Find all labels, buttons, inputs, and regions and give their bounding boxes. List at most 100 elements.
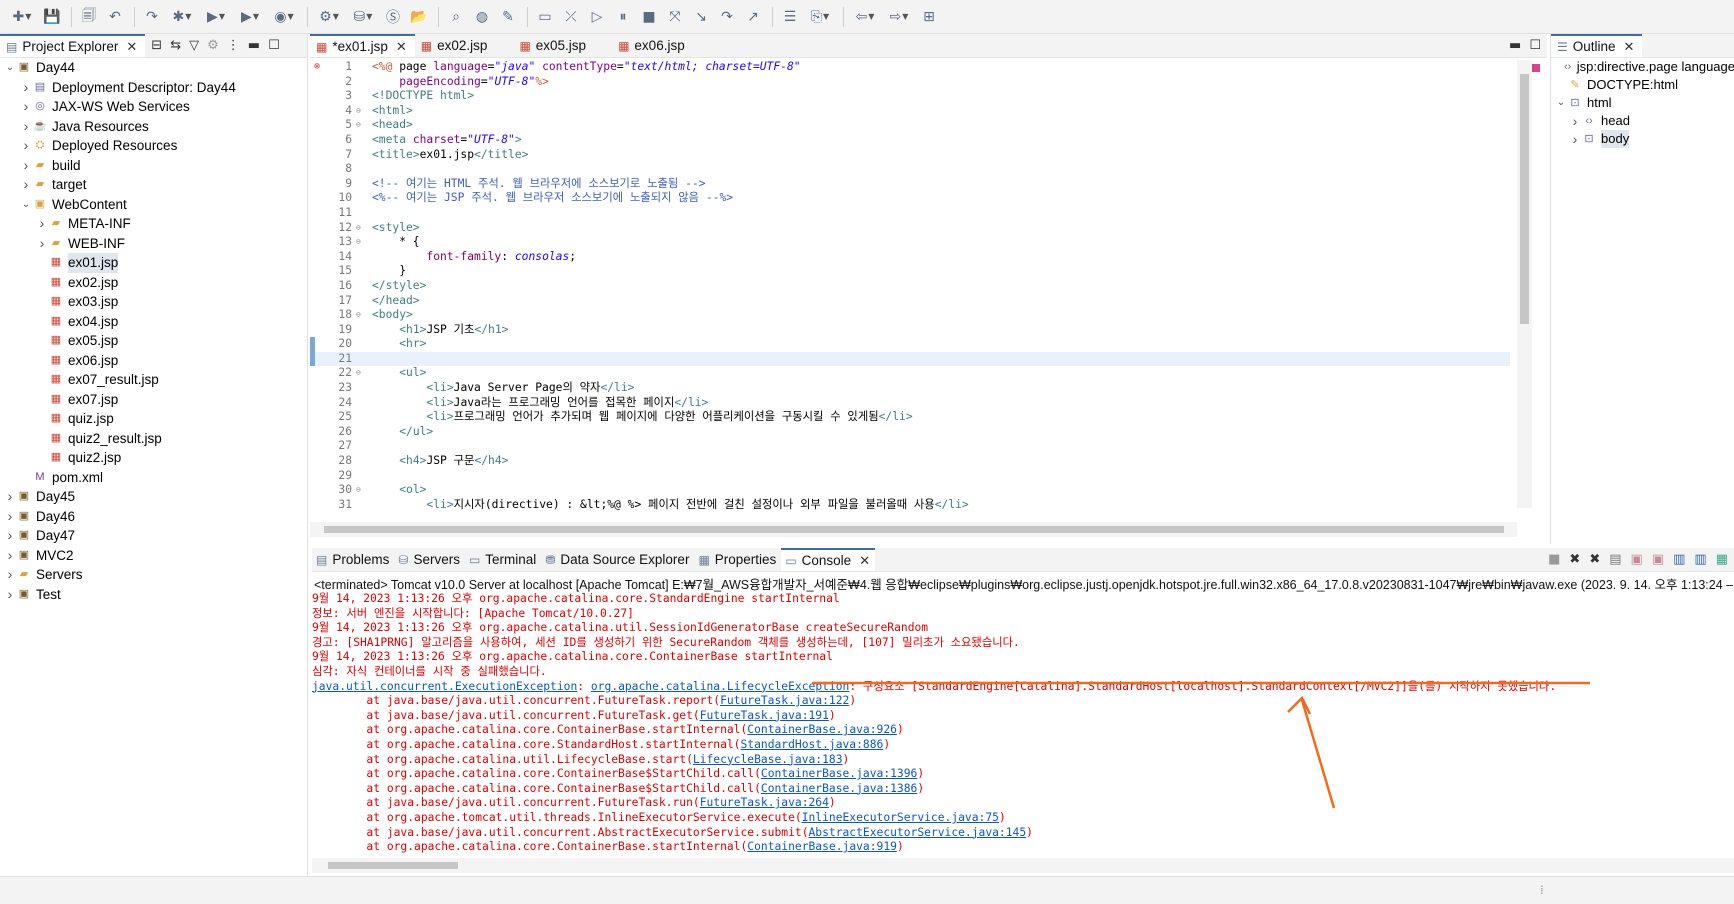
code-line[interactable]: 6 <meta charset="UTF-8"> bbox=[310, 133, 1510, 148]
chevron-down-icon[interactable]: ⌄ bbox=[20, 195, 32, 215]
code-line[interactable]: 5 ⊖ <head> bbox=[310, 118, 1510, 133]
chevron-right-icon[interactable]: › bbox=[20, 117, 32, 137]
code-line[interactable]: 19 <h1>JSP 기초</h1> bbox=[310, 323, 1510, 338]
suspend-button[interactable]: ⏸ bbox=[611, 5, 635, 29]
step-into-button[interactable]: ↘ bbox=[689, 5, 713, 29]
pin-console-icon[interactable]: ▥ bbox=[1673, 552, 1685, 567]
code-line[interactable]: 16 </style> bbox=[310, 279, 1510, 294]
remove-all-icon[interactable]: ✖ bbox=[1589, 552, 1600, 567]
console-link[interactable]: InlineExecutorService.java:75 bbox=[802, 811, 999, 824]
chevron-right-icon[interactable]: › bbox=[20, 156, 32, 176]
tab-outline[interactable]: ☰ Outline ✕ bbox=[1551, 34, 1643, 57]
step-return-button[interactable]: ↗ bbox=[741, 5, 765, 29]
tree-item-quiz2-result-jsp[interactable]: ▦ quiz2_result.jsp bbox=[0, 429, 300, 449]
pin-editor-button[interactable]: ⎘ ▼ bbox=[804, 5, 836, 29]
code-line[interactable]: 20 <hr> bbox=[310, 337, 1510, 352]
tree-item-day46[interactable]: › ▣ Day46 bbox=[0, 507, 300, 527]
code-line[interactable]: 24 <li>Java라는 프로그래밍 언어를 접목한 페이지</li> bbox=[310, 396, 1510, 411]
close-icon[interactable]: ✕ bbox=[396, 39, 407, 55]
tree-item-body[interactable]: › ⊡ body bbox=[1551, 130, 1734, 148]
chevron-right-icon[interactable]: › bbox=[4, 585, 16, 605]
tree-item-quiz-jsp[interactable]: ▦ quiz.jsp bbox=[0, 409, 300, 429]
terminate-icon[interactable]: ■ bbox=[1548, 552, 1560, 567]
console-hscroll-thumb[interactable] bbox=[328, 862, 458, 869]
chevron-right-icon[interactable]: › bbox=[4, 565, 16, 585]
chevron-right-icon[interactable]: › bbox=[20, 97, 32, 117]
code-line[interactable]: 15 } bbox=[310, 264, 1510, 279]
tab-servers[interactable]: ⛁ Servers bbox=[394, 548, 465, 571]
tree-item-doctype-html[interactable]: ✎ DOCTYPE:html bbox=[1551, 76, 1734, 94]
disconnect-button[interactable]: ⤧ bbox=[663, 5, 687, 29]
tree-item-build[interactable]: › ▰ build bbox=[0, 156, 300, 176]
console-link[interactable]: ContainerBase.java:926 bbox=[747, 723, 897, 736]
console-link[interactable]: AbstractExecutorService.java:145 bbox=[809, 826, 1027, 839]
tree-item-meta-inf[interactable]: › ▰ META-INF bbox=[0, 214, 300, 234]
tab-properties[interactable]: ▦ Properties bbox=[694, 548, 781, 571]
console-output[interactable]: 9월 14, 2023 1:13:26 오후 org.apache.catali… bbox=[312, 592, 1734, 855]
tree-item-pom-xml[interactable]: Mpom.xml bbox=[0, 468, 300, 488]
minimize-icon[interactable]: ▬ bbox=[248, 38, 260, 53]
code-line[interactable]: 21 bbox=[310, 351, 1510, 367]
console-link[interactable]: ContainerBase.java:919 bbox=[747, 840, 897, 853]
fold-icon[interactable]: ⊖ bbox=[356, 483, 364, 498]
tree-item-day45[interactable]: › ▣ Day45 bbox=[0, 487, 300, 507]
redo-button[interactable]: ↷ bbox=[140, 5, 164, 29]
chevron-right-icon[interactable]: › bbox=[20, 175, 32, 195]
perspective-button[interactable]: ⊞ bbox=[917, 5, 941, 29]
chevron-right-icon[interactable]: › bbox=[4, 507, 16, 527]
show-stderr-icon[interactable]: ▣ bbox=[1652, 552, 1664, 567]
save-button[interactable]: 💾 bbox=[40, 5, 64, 29]
show-stdout-icon[interactable]: ▣ bbox=[1631, 552, 1643, 567]
coverage-button[interactable]: ◉ ▼ bbox=[268, 5, 300, 29]
chevron-right-icon[interactable]: › bbox=[36, 234, 48, 254]
tree-item-deployment-descriptor-day44[interactable]: › ▤ Deployment Descriptor: Day44 bbox=[0, 78, 300, 98]
tree-item-day44[interactable]: ⌄ ▣ Day44 bbox=[0, 58, 300, 78]
chevron-right-icon[interactable]: › bbox=[1569, 112, 1581, 130]
pin-button[interactable]: ✎ bbox=[496, 5, 520, 29]
code-line[interactable]: 29 bbox=[310, 469, 1510, 484]
tab-project-explorer[interactable]: ▤ Project Explorer ✕ bbox=[0, 34, 146, 57]
open-type-button[interactable]: Ⓢ bbox=[381, 5, 405, 29]
chevron-right-icon[interactable]: › bbox=[1569, 130, 1581, 148]
tree-item-ex02-jsp[interactable]: ▦ ex02.jsp bbox=[0, 273, 300, 293]
step-over-button[interactable]: ↷ bbox=[715, 5, 739, 29]
new-button[interactable]: ✚ ▼ bbox=[6, 5, 38, 29]
tab-ex02-jsp[interactable]: ▦ ex02.jsp bbox=[415, 34, 514, 57]
fold-icon[interactable]: ⊖ bbox=[356, 235, 364, 250]
tree-item-ex03-jsp[interactable]: ▦ ex03.jsp bbox=[0, 292, 300, 312]
tree-item-target[interactable]: › ▰ target bbox=[0, 175, 300, 195]
debug-button[interactable]: ✱ ▼ bbox=[166, 5, 198, 29]
editor-horizontal-scrollbar[interactable] bbox=[310, 522, 1517, 537]
console-link[interactable]: java.util.concurrent.ExecutionException bbox=[312, 680, 577, 693]
code-line[interactable]: 12 ⊖ <style> bbox=[310, 221, 1510, 236]
editor-hscroll-thumb[interactable] bbox=[324, 526, 1504, 533]
code-line[interactable]: 23 <li>Java Server Page의 약자</li> bbox=[310, 381, 1510, 396]
tree-item-ex05-jsp[interactable]: ▦ ex05.jsp bbox=[0, 331, 300, 351]
code-line[interactable]: 17 </head> bbox=[310, 294, 1510, 309]
console-link[interactable]: FutureTask.java:191 bbox=[700, 709, 829, 722]
display-console-icon[interactable]: ▥ bbox=[1694, 552, 1706, 567]
tab-ex05-jsp[interactable]: ▦ ex05.jsp bbox=[513, 34, 612, 57]
code-line[interactable]: 10 <%-- 여기는 JSP 주석. 웹 브라우저 소스보기에 노출되지 않음 … bbox=[310, 191, 1510, 206]
code-line[interactable]: 2 pageEncoding="UTF-8"%> bbox=[310, 75, 1510, 90]
link-editor-icon[interactable]: ⇆ bbox=[170, 38, 181, 53]
focus-icon[interactable]: ⚙ bbox=[207, 38, 219, 53]
code-line[interactable]: 14 font-family: consolas; bbox=[310, 250, 1510, 265]
code-line[interactable]: 26 </ul> bbox=[310, 425, 1510, 440]
tree-item-deployed-resources[interactable]: › ⛭ Deployed Resources bbox=[0, 136, 300, 156]
console-link[interactable]: FutureTask.java:122 bbox=[720, 694, 849, 707]
external-tools-button[interactable]: ⚙ ▼ bbox=[313, 5, 345, 29]
code-line[interactable]: 18 ⊖ <body> bbox=[310, 308, 1510, 323]
fold-icon[interactable]: ⊖ bbox=[356, 308, 364, 323]
tab-data-source-explorer[interactable]: ⛃ Data Source Explorer bbox=[541, 548, 694, 571]
annotation-button[interactable]: ☰ bbox=[778, 5, 802, 29]
console-link[interactable]: ContainerBase.java:1396 bbox=[761, 767, 917, 780]
editor-scroll-thumb[interactable] bbox=[1520, 74, 1529, 324]
tree-item-ex01-jsp[interactable]: ▦ ex01.jsp bbox=[0, 253, 300, 273]
code-line[interactable]: 7 <title>ex01.jsp</title> bbox=[310, 148, 1510, 163]
tree-item-head[interactable]: › ‹› head bbox=[1551, 112, 1734, 130]
tree-item-html[interactable]: ⌄ ⊡ html bbox=[1551, 94, 1734, 112]
fold-icon[interactable]: ⊖ bbox=[356, 221, 364, 236]
new-server-button[interactable]: ⛁ ▼ bbox=[347, 5, 379, 29]
tab-terminal[interactable]: ▭ Terminal bbox=[465, 548, 541, 571]
